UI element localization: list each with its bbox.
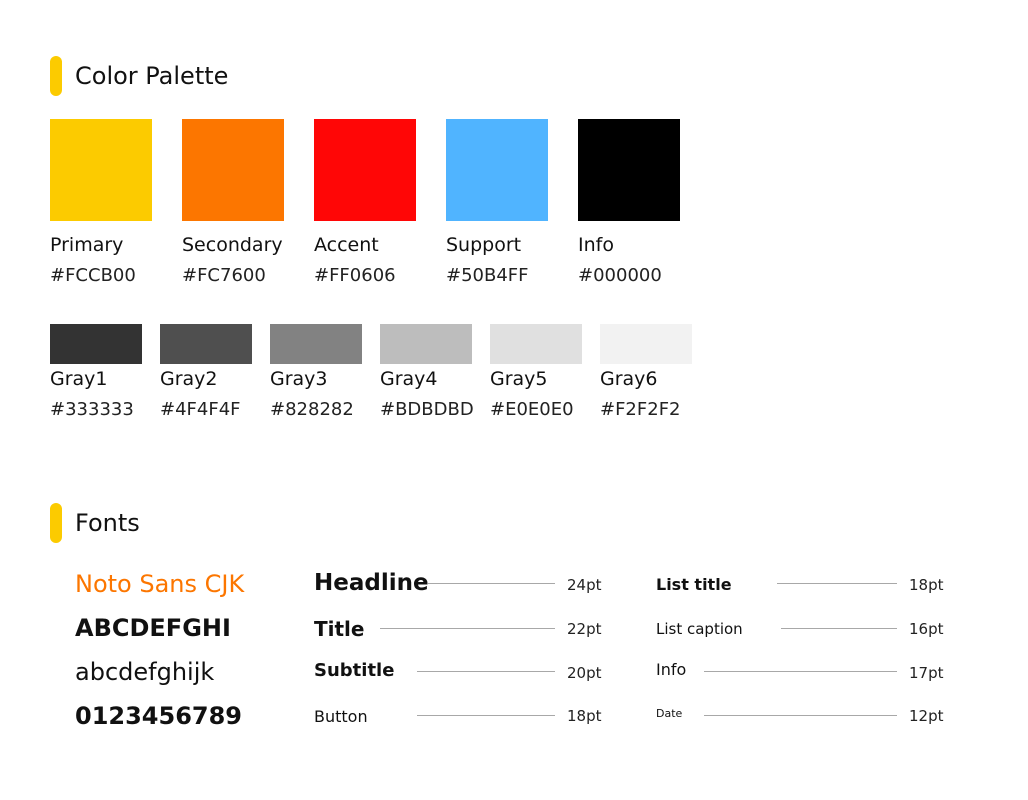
- type-scale-leader: [417, 715, 555, 716]
- swatch-label-gray1: Gray1: [50, 368, 108, 390]
- swatch-hex-gray3: #828282: [270, 399, 354, 420]
- swatch-primary: [50, 119, 152, 221]
- type-scale-subtitle: Subtitle: [314, 660, 395, 681]
- type-scale-leader: [781, 628, 897, 629]
- swatch-hex-accent: #FF0606: [314, 265, 396, 286]
- section-accent-bar: [50, 56, 62, 96]
- swatch-hex-info: #000000: [578, 265, 662, 286]
- type-scale-button: Button: [314, 707, 368, 726]
- type-scale-info: Info: [656, 660, 687, 679]
- uppercase-sample: ABCDEFGHI: [75, 614, 231, 642]
- type-size-headline: 24pt: [567, 576, 602, 594]
- swatch-info: [578, 119, 680, 221]
- swatch-hex-gray5: #E0E0E0: [490, 399, 574, 420]
- swatch-label-gray4: Gray4: [380, 368, 438, 390]
- swatch-label-gray5: Gray5: [490, 368, 548, 390]
- swatch-label-primary: Primary: [50, 234, 124, 256]
- swatch-label-gray2: Gray2: [160, 368, 218, 390]
- swatch-gray6: [600, 324, 692, 364]
- style-guide-page: { "palette": { "title": "Color Palette",…: [0, 0, 1028, 800]
- type-scale-title: Title: [314, 617, 365, 641]
- swatch-hex-primary: #FCCB00: [50, 265, 136, 286]
- swatch-label-gray3: Gray3: [270, 368, 328, 390]
- type-size-info: 17pt: [909, 664, 944, 682]
- swatch-label-gray6: Gray6: [600, 368, 658, 390]
- swatch-hex-gray1: #333333: [50, 399, 134, 420]
- type-scale-leader: [777, 583, 897, 584]
- swatch-hex-secondary: #FC7600: [182, 265, 266, 286]
- swatch-label-accent: Accent: [314, 234, 379, 256]
- swatch-gray5: [490, 324, 582, 364]
- type-scale-list-title: List title: [656, 575, 732, 594]
- swatch-accent: [314, 119, 416, 221]
- section-accent-bar: [50, 503, 62, 543]
- swatch-support: [446, 119, 548, 221]
- swatch-secondary: [182, 119, 284, 221]
- type-size-list-caption: 16pt: [909, 620, 944, 638]
- type-scale-leader: [704, 671, 897, 672]
- color-palette-title: Color Palette: [75, 62, 229, 90]
- swatch-hex-gray2: #4F4F4F: [160, 399, 241, 420]
- swatch-label-info: Info: [578, 234, 614, 256]
- digits-sample: 0123456789: [75, 702, 242, 730]
- type-scale-leader: [704, 715, 897, 716]
- type-scale-date: Date: [656, 707, 683, 720]
- type-size-date: 12pt: [909, 707, 944, 725]
- swatch-hex-gray6: #F2F2F2: [600, 399, 681, 420]
- type-scale-leader: [428, 583, 555, 584]
- swatch-hex-support: #50B4FF: [446, 265, 529, 286]
- type-scale-leader: [417, 671, 555, 672]
- swatch-label-secondary: Secondary: [182, 234, 283, 256]
- swatch-gray1: [50, 324, 142, 364]
- swatch-gray2: [160, 324, 252, 364]
- type-scale-list-caption: List caption: [656, 620, 743, 638]
- type-size-subtitle: 20pt: [567, 664, 602, 682]
- type-size-list-title: 18pt: [909, 576, 944, 594]
- type-size-title: 22pt: [567, 620, 602, 638]
- swatch-gray3: [270, 324, 362, 364]
- swatch-label-support: Support: [446, 234, 522, 256]
- type-size-button: 18pt: [567, 707, 602, 725]
- fonts-title: Fonts: [75, 509, 140, 537]
- font-name: Noto Sans CJK: [75, 570, 245, 598]
- lowercase-sample: abcdefghijk: [75, 658, 215, 686]
- swatch-gray4: [380, 324, 472, 364]
- type-scale-leader: [380, 628, 555, 629]
- type-scale-headline: Headline: [314, 570, 429, 596]
- swatch-hex-gray4: #BDBDBD: [380, 399, 474, 420]
